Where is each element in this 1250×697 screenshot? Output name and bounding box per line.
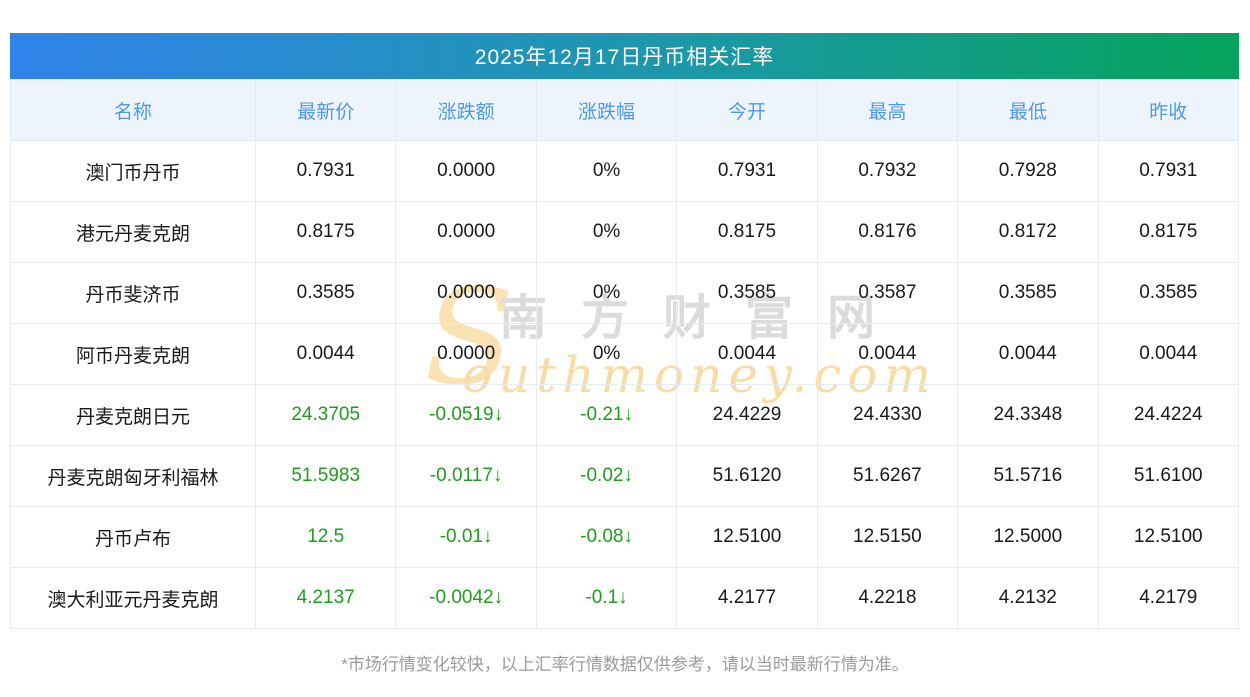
cell-change_pct: 0% xyxy=(535,323,678,385)
cell-latest: 0.0044 xyxy=(254,323,397,385)
cell-open: 24.4229 xyxy=(676,384,818,446)
cell-high: 24.4330 xyxy=(816,384,959,446)
cell-change_pct: 0% xyxy=(535,201,678,263)
cell-name: 丹币卢布 xyxy=(10,506,256,568)
cell-change: -0.0519↓ xyxy=(395,384,537,446)
table-row: 澳大利亚元丹麦克朗 4.2137 -0.0042↓ -0.1↓ 4.2177 4.2218… xyxy=(10,567,1240,629)
column-header-open: 今开 xyxy=(676,79,818,141)
cell-change: -0.01↓ xyxy=(395,506,537,568)
table-row: 丹麦克朗匈牙利福林 51.5983 -0.0117↓ -0.02↓ 51.6120 51.… xyxy=(10,445,1240,507)
cell-open: 4.2177 xyxy=(676,567,818,629)
cell-latest: 51.5983 xyxy=(254,445,397,507)
cell-latest: 4.2137 xyxy=(254,567,397,629)
column-header-name: 名称 xyxy=(10,79,256,141)
cell-name: 阿币丹麦克朗 xyxy=(10,323,256,385)
cell-change: 0.0000 xyxy=(395,201,537,263)
cell-low: 51.5716 xyxy=(957,445,1099,507)
cell-prev_close: 51.6100 xyxy=(1097,445,1240,507)
cell-change_pct: -0.21↓ xyxy=(535,384,678,446)
table-row: 丹币斐济币 0.3585 0.0000 0% 0.3585 0.3587 0.3585 0.3… xyxy=(10,262,1240,324)
cell-latest: 0.3585 xyxy=(254,262,397,324)
table-row: 丹币卢布 12.5 -0.01↓ -0.08↓ 12.5100 12.5150 12.500… xyxy=(10,506,1240,568)
cell-low: 0.7928 xyxy=(957,140,1099,202)
cell-change: 0.0000 xyxy=(395,323,537,385)
column-header-latest: 最新价 xyxy=(254,79,397,141)
cell-name: 澳大利亚元丹麦克朗 xyxy=(10,567,256,629)
cell-high: 4.2218 xyxy=(816,567,959,629)
cell-name: 港元丹麦克朗 xyxy=(10,201,256,263)
cell-prev_close: 0.7931 xyxy=(1097,140,1240,202)
cell-change_pct: -0.1↓ xyxy=(535,567,678,629)
cell-prev_close: 0.3585 xyxy=(1097,262,1240,324)
cell-high: 0.3587 xyxy=(816,262,959,324)
cell-high: 12.5150 xyxy=(816,506,959,568)
cell-high: 0.8176 xyxy=(816,201,959,263)
cell-change: 0.0000 xyxy=(395,262,537,324)
disclaimer-note: *市场行情变化较快，以上汇率行情数据仅供参考，请以当时最新行情为准。 xyxy=(341,655,909,674)
cell-change_pct: -0.08↓ xyxy=(535,506,678,568)
column-header-prev_close: 昨收 xyxy=(1097,79,1240,141)
table-row: 丹麦克朗日元 24.3705 -0.0519↓ -0.21↓ 24.4229 24.433… xyxy=(10,384,1240,446)
cell-open: 12.5100 xyxy=(676,506,818,568)
cell-low: 12.5000 xyxy=(957,506,1099,568)
exchange-rate-table: 名称 最新价 涨跌额 涨跌幅 今开 最高 最低 昨收 澳门币丹币 0.7931 0.0000 0% 0… xyxy=(10,79,1240,629)
cell-high: 0.7932 xyxy=(816,140,959,202)
cell-low: 0.3585 xyxy=(957,262,1099,324)
cell-prev_close: 0.8175 xyxy=(1097,201,1240,263)
cell-low: 0.8172 xyxy=(957,201,1099,263)
table-row: 港元丹麦克朗 0.8175 0.0000 0% 0.8175 0.8176 0.8172 0.… xyxy=(10,201,1240,263)
cell-prev_close: 4.2179 xyxy=(1097,567,1240,629)
column-header-change: 涨跌额 xyxy=(395,79,537,141)
cell-latest: 0.8175 xyxy=(254,201,397,263)
cell-latest: 12.5 xyxy=(254,506,397,568)
column-header-high: 最高 xyxy=(816,79,959,141)
cell-change_pct: 0% xyxy=(535,140,678,202)
cell-name: 丹麦克朗匈牙利福林 xyxy=(10,445,256,507)
cell-change_pct: 0% xyxy=(535,262,678,324)
cell-open: 51.6120 xyxy=(676,445,818,507)
cell-high: 51.6267 xyxy=(816,445,959,507)
cell-open: 0.3585 xyxy=(676,262,818,324)
cell-change: -0.0117↓ xyxy=(395,445,537,507)
cell-high: 0.0044 xyxy=(816,323,959,385)
cell-prev_close: 0.0044 xyxy=(1097,323,1240,385)
cell-change: -0.0042↓ xyxy=(395,567,537,629)
cell-open: 0.7931 xyxy=(676,140,818,202)
cell-prev_close: 12.5100 xyxy=(1097,506,1240,568)
cell-low: 0.0044 xyxy=(957,323,1099,385)
page-title: 2025年12月17日丹币相关汇率 xyxy=(474,46,775,69)
cell-open: 0.8175 xyxy=(676,201,818,263)
cell-low: 4.2132 xyxy=(957,567,1099,629)
cell-latest: 24.3705 xyxy=(254,384,397,446)
cell-change_pct: -0.02↓ xyxy=(535,445,678,507)
cell-open: 0.0044 xyxy=(676,323,818,385)
table-header-row: 名称 最新价 涨跌额 涨跌幅 今开 最高 最低 昨收 xyxy=(10,79,1240,141)
column-header-change_pct: 涨跌幅 xyxy=(535,79,678,141)
cell-prev_close: 24.4224 xyxy=(1097,384,1240,446)
table-row: 阿币丹麦克朗 0.0044 0.0000 0% 0.0044 0.0044 0.0044 0.… xyxy=(10,323,1240,385)
cell-change: 0.0000 xyxy=(395,140,537,202)
page: 2025年12月17日丹币相关汇率 S 南方财富网 outhmoney.com … xyxy=(0,0,1250,697)
cell-name: 澳门币丹币 xyxy=(10,140,256,202)
cell-latest: 0.7931 xyxy=(254,140,397,202)
column-header-low: 最低 xyxy=(957,79,1099,141)
title-bar: 2025年12月17日丹币相关汇率 xyxy=(10,33,1239,79)
cell-name: 丹币斐济币 xyxy=(10,262,256,324)
cell-low: 24.3348 xyxy=(957,384,1099,446)
cell-name: 丹麦克朗日元 xyxy=(10,384,256,446)
table-row: 澳门币丹币 0.7931 0.0000 0% 0.7931 0.7932 0.7928 0.7… xyxy=(10,140,1240,202)
